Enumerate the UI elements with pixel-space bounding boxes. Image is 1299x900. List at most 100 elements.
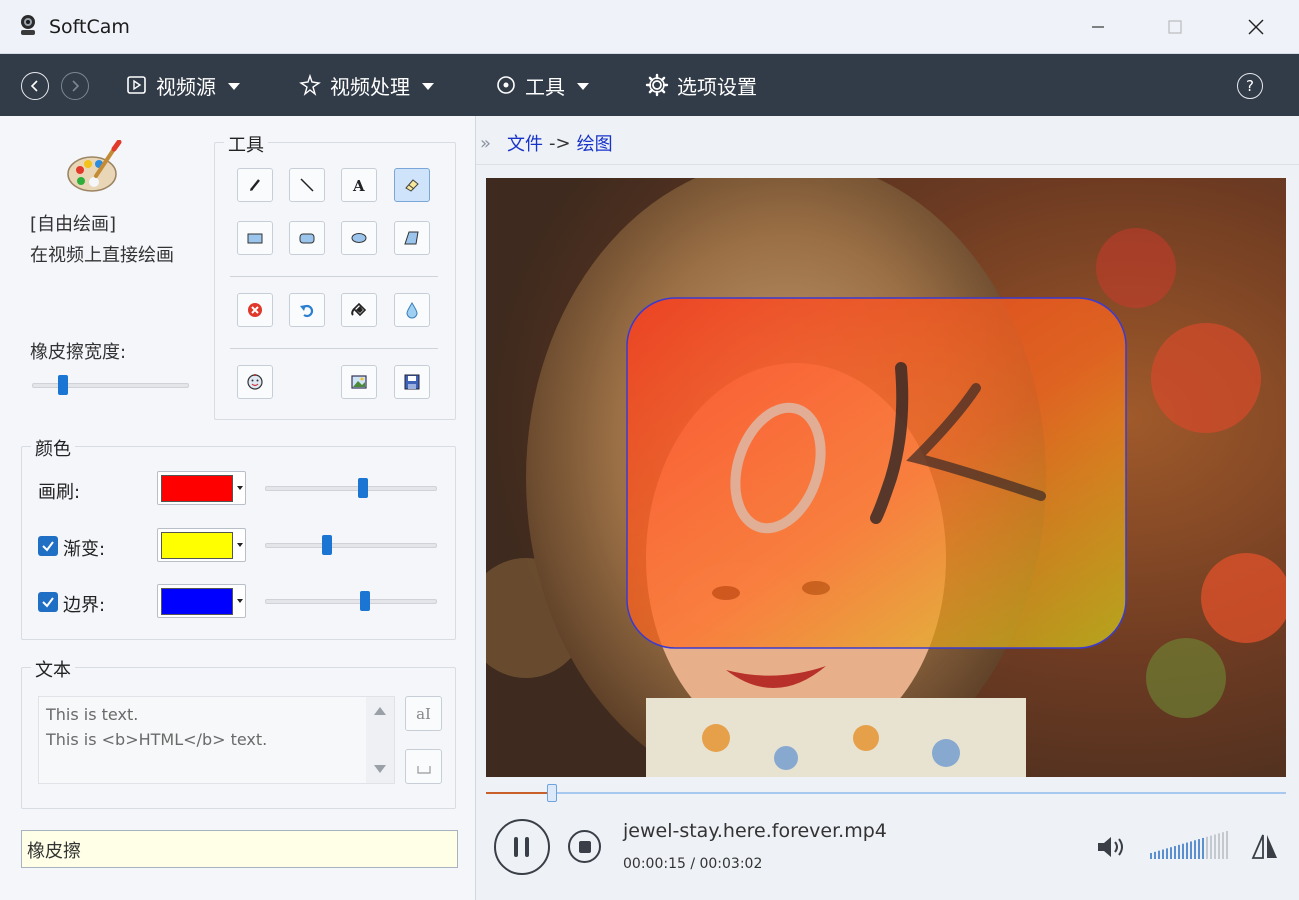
slider-thumb[interactable] — [359, 591, 370, 611]
gradient-opacity-slider[interactable] — [265, 535, 437, 555]
breadcrumb-divider — [476, 164, 1299, 165]
menu-options-label: 选项设置 — [677, 74, 757, 99]
menu-options[interactable]: 选项设置 — [645, 68, 757, 102]
pause-button[interactable] — [494, 819, 550, 875]
menu-video-processing[interactable]: 视频处理 — [298, 68, 434, 102]
minimize-button[interactable] — [1075, 10, 1121, 44]
chevron-left-icon — [30, 80, 38, 92]
save-button[interactable] — [394, 365, 430, 399]
border-checkbox[interactable] — [38, 592, 58, 612]
stop-icon — [578, 840, 591, 853]
menu-video-source[interactable]: 视频源 — [126, 68, 240, 102]
video-file-name: jewel-stay.here.forever.mp4 — [623, 820, 887, 842]
font-button[interactable]: aI — [405, 696, 442, 731]
border-label: 边界: — [63, 595, 106, 616]
insert-image-button[interactable] — [341, 365, 377, 399]
video-frame — [486, 178, 1286, 777]
volume-icon[interactable] — [1096, 834, 1128, 860]
text-color-icon — [416, 765, 431, 774]
playback-timeline[interactable] — [486, 784, 1286, 802]
eraser-width-slider[interactable] — [32, 375, 189, 395]
gear-icon — [645, 73, 669, 97]
menu-tools[interactable]: 工具 — [495, 68, 589, 102]
webcam-icon — [21, 15, 35, 35]
volume-bar — [1150, 853, 1152, 859]
ellipse-tool-button[interactable] — [341, 221, 377, 255]
menu-video-processing-label: 视频处理 — [330, 74, 410, 99]
rounded-rectangle-tool-button[interactable] — [289, 221, 325, 255]
menu-video-source-label: 视频源 — [156, 74, 216, 99]
close-button[interactable] — [1233, 10, 1279, 44]
stop-button[interactable] — [568, 830, 601, 863]
slider-track — [265, 543, 437, 548]
brush-label: 画刷: — [38, 482, 81, 503]
volume-bar — [1182, 843, 1184, 859]
brush-opacity-slider[interactable] — [265, 478, 437, 498]
volume-bar — [1190, 841, 1192, 859]
brush-color-picker[interactable] — [157, 471, 246, 505]
text-group-title: 文本 — [31, 656, 75, 682]
forward-button[interactable] — [61, 72, 89, 100]
double-chevron-right-icon: » — [480, 132, 492, 154]
clear-button[interactable] — [237, 293, 273, 327]
volume-bar — [1218, 833, 1220, 859]
line-tool-button[interactable] — [289, 168, 325, 202]
maximize-icon — [1168, 20, 1182, 34]
chevron-down-icon — [422, 82, 434, 90]
slider-track — [265, 599, 437, 604]
breadcrumb-current[interactable]: 绘图 — [577, 130, 613, 156]
undo-button[interactable] — [289, 293, 325, 327]
playback-time: 00:00:15 / 00:03:02 — [623, 856, 763, 872]
tools-group-title: 工具 — [224, 131, 268, 157]
text-color-button[interactable] — [405, 749, 442, 784]
timeline-played — [486, 792, 553, 794]
rectangle-tool-button[interactable] — [237, 221, 273, 255]
chevron-down-icon — [237, 486, 243, 490]
border-color-picker[interactable] — [157, 584, 246, 618]
timeline-thumb[interactable] — [547, 784, 558, 802]
rounded-rectangle-icon — [299, 233, 315, 244]
transparency-button[interactable] — [394, 293, 430, 327]
video-preview[interactable] — [486, 178, 1286, 777]
volume-bar — [1198, 839, 1200, 859]
text-tool-button[interactable]: A — [341, 168, 377, 202]
polygon-tool-button[interactable] — [394, 221, 430, 255]
slider-thumb[interactable] — [58, 375, 69, 395]
video-source-icon — [127, 76, 146, 94]
svg-text:A: A — [352, 177, 365, 194]
fill-button[interactable] — [341, 293, 377, 327]
window-title: SoftCam — [49, 16, 130, 38]
status-field: 橡皮擦 — [21, 830, 458, 868]
scroll-down-icon[interactable] — [374, 765, 386, 773]
text-icon: A — [352, 177, 365, 194]
eraser-width-label: 橡皮擦宽度: — [30, 342, 127, 363]
volume-bar — [1226, 831, 1228, 859]
emoji-stamp-button[interactable] — [237, 365, 273, 399]
text-scrollbar[interactable] — [366, 697, 394, 783]
maximize-button[interactable] — [1152, 10, 1198, 44]
back-button[interactable] — [21, 72, 49, 100]
sparkle-icon — [299, 74, 321, 96]
brush-color-swatch — [161, 475, 233, 502]
volume-bar — [1154, 851, 1156, 859]
gradient-checkbox[interactable] — [38, 536, 58, 556]
border-opacity-slider[interactable] — [265, 591, 437, 611]
save-icon — [404, 374, 420, 390]
breadcrumb-file[interactable]: 文件 — [507, 130, 543, 156]
gradient-label: 渐变: — [63, 539, 106, 560]
slider-thumb[interactable] — [321, 535, 332, 555]
gradient-color-picker[interactable] — [157, 528, 246, 562]
text-input[interactable]: This is text. This is <b>HTML</b> text. — [38, 696, 395, 784]
clear-icon — [248, 303, 262, 317]
volume-level-bars[interactable] — [1150, 830, 1232, 860]
pencil-tool-button[interactable] — [237, 168, 273, 202]
help-button[interactable]: ? — [1237, 73, 1263, 99]
mirror-icon[interactable] — [1250, 832, 1280, 862]
eraser-tool-button[interactable] — [394, 168, 430, 202]
mode-description: 在视频上直接绘画 — [30, 245, 174, 266]
volume-bar — [1186, 842, 1188, 859]
slider-thumb[interactable] — [358, 478, 369, 498]
slider-track — [32, 383, 189, 388]
scroll-up-icon[interactable] — [374, 707, 386, 715]
rectangle-icon — [247, 233, 263, 244]
